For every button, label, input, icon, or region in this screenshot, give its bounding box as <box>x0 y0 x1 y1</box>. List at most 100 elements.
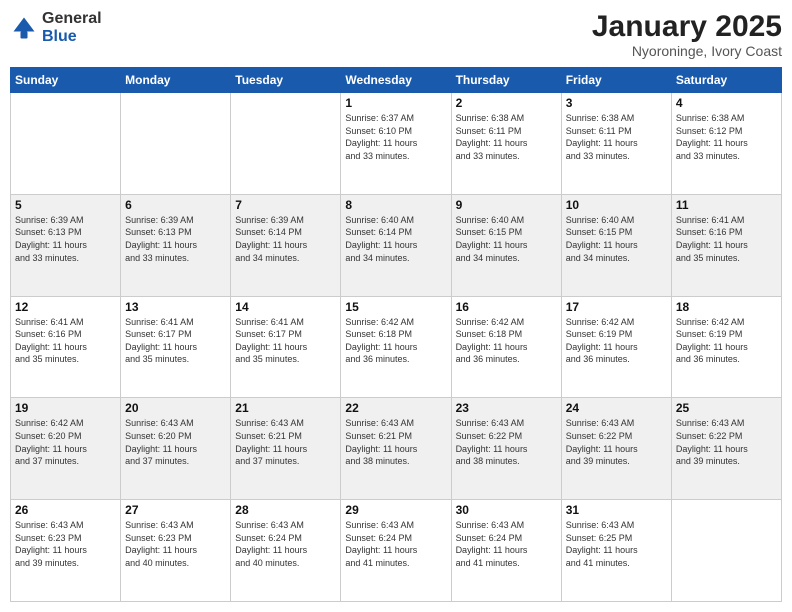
calendar-cell: 28Sunrise: 6:43 AM Sunset: 6:24 PM Dayli… <box>231 500 341 602</box>
calendar-cell <box>671 500 781 602</box>
day-info: Sunrise: 6:43 AM Sunset: 6:21 PM Dayligh… <box>235 417 336 467</box>
logo: General Blue <box>10 10 102 45</box>
calendar-week-5: 26 Sunrise: 6:43 AM Sunset: 6:23 PM Dayli… <box>11 500 782 602</box>
day-info: Sunrise: 6:38 AM Sunset: 6:12 PM Dayligh… <box>676 112 777 162</box>
header: General Blue January 2025 Nyoroninge, Iv… <box>10 10 782 59</box>
calendar-cell: 25 Sunrise: 6:43 AM Sunset: 6:22 PM Dayli… <box>671 398 781 500</box>
day-number: 13 <box>125 300 226 314</box>
calendar-cell: 15 Sunrise: 6:42 AM Sunset: 6:18 PM Dayli… <box>341 296 451 398</box>
day-number: 1 <box>345 96 446 110</box>
calendar-cell: 24 Sunrise: 6:43 AM Sunset: 6:22 PM Dayli… <box>561 398 671 500</box>
day-info: Sunrise: 6:43 AM Sunset: 6:25 PM Dayligh… <box>566 519 667 569</box>
logo-blue: Blue <box>42 28 102 46</box>
day-info: Sunrise: 6:43 AM Sunset: 6:24 PM Dayligh… <box>235 519 336 569</box>
calendar-cell: 20 Sunrise: 6:43 AM Sunset: 6:20 PM Dayli… <box>121 398 231 500</box>
calendar-cell: 17 Sunrise: 6:42 AM Sunset: 6:19 PM Dayli… <box>561 296 671 398</box>
calendar-header-row: SundayMondayTuesdayWednesdayThursdayFrid… <box>11 68 782 93</box>
calendar-cell: 7Sunrise: 6:39 AM Sunset: 6:14 PM Daylig… <box>231 194 341 296</box>
calendar-week-4: 19Sunrise: 6:42 AM Sunset: 6:20 PM Dayli… <box>11 398 782 500</box>
calendar-cell: 16Sunrise: 6:42 AM Sunset: 6:18 PM Dayli… <box>451 296 561 398</box>
day-info: Sunrise: 6:41 AM Sunset: 6:17 PM Dayligh… <box>125 316 226 366</box>
day-number: 19 <box>15 401 116 415</box>
day-info: Sunrise: 6:43 AM Sunset: 6:23 PM Dayligh… <box>125 519 226 569</box>
calendar-table: SundayMondayTuesdayWednesdayThursdayFrid… <box>10 67 782 602</box>
calendar-cell: 21 Sunrise: 6:43 AM Sunset: 6:21 PM Dayli… <box>231 398 341 500</box>
day-number: 30 <box>456 503 557 517</box>
calendar-cell: 5 Sunrise: 6:39 AM Sunset: 6:13 PM Daylig… <box>11 194 121 296</box>
day-info: Sunrise: 6:40 AM Sunset: 6:15 PM Dayligh… <box>566 214 667 264</box>
calendar-cell: 8Sunrise: 6:40 AM Sunset: 6:14 PM Daylig… <box>341 194 451 296</box>
day-number: 26 <box>15 503 116 517</box>
calendar-cell: 1 Sunrise: 6:37 AM Sunset: 6:10 PM Daylig… <box>341 93 451 195</box>
calendar-cell: 18 Sunrise: 6:42 AM Sunset: 6:19 PM Dayli… <box>671 296 781 398</box>
calendar-cell: 11Sunrise: 6:41 AM Sunset: 6:16 PM Dayli… <box>671 194 781 296</box>
day-info: Sunrise: 6:43 AM Sunset: 6:24 PM Dayligh… <box>345 519 446 569</box>
logo-general: General <box>42 10 102 28</box>
day-info: Sunrise: 6:42 AM Sunset: 6:19 PM Dayligh… <box>566 316 667 366</box>
day-number: 3 <box>566 96 667 110</box>
day-info: Sunrise: 6:43 AM Sunset: 6:20 PM Dayligh… <box>125 417 226 467</box>
day-number: 17 <box>566 300 667 314</box>
day-number: 18 <box>676 300 777 314</box>
calendar-week-3: 12Sunrise: 6:41 AM Sunset: 6:16 PM Dayli… <box>11 296 782 398</box>
calendar-week-2: 5 Sunrise: 6:39 AM Sunset: 6:13 PM Daylig… <box>11 194 782 296</box>
calendar-cell: 9 Sunrise: 6:40 AM Sunset: 6:15 PM Daylig… <box>451 194 561 296</box>
day-number: 5 <box>15 198 116 212</box>
day-number: 2 <box>456 96 557 110</box>
calendar-cell: 12Sunrise: 6:41 AM Sunset: 6:16 PM Dayli… <box>11 296 121 398</box>
logo-text: General Blue <box>42 10 102 45</box>
day-number: 25 <box>676 401 777 415</box>
calendar-cell: 19Sunrise: 6:42 AM Sunset: 6:20 PM Dayli… <box>11 398 121 500</box>
calendar-cell: 26Sunrise: 6:43 AM Sunset: 6:23 PM Dayli… <box>11 500 121 602</box>
calendar-cell <box>121 93 231 195</box>
day-number: 9 <box>456 198 557 212</box>
day-number: 12 <box>15 300 116 314</box>
logo-icon <box>10 14 38 42</box>
day-info: Sunrise: 6:39 AM Sunset: 6:13 PM Dayligh… <box>15 214 116 264</box>
calendar-cell: 27 Sunrise: 6:43 AM Sunset: 6:23 PM Dayli… <box>121 500 231 602</box>
calendar-cell: 29 Sunrise: 6:43 AM Sunset: 6:24 PM Dayli… <box>341 500 451 602</box>
day-info: Sunrise: 6:38 AM Sunset: 6:11 PM Dayligh… <box>456 112 557 162</box>
day-number: 8 <box>345 198 446 212</box>
day-number: 29 <box>345 503 446 517</box>
day-number: 16 <box>456 300 557 314</box>
calendar-cell: 4 Sunrise: 6:38 AM Sunset: 6:12 PM Daylig… <box>671 93 781 195</box>
calendar-cell: 22 Sunrise: 6:43 AM Sunset: 6:21 PM Dayli… <box>341 398 451 500</box>
day-number: 24 <box>566 401 667 415</box>
main-title: January 2025 <box>592 10 782 43</box>
calendar-cell <box>11 93 121 195</box>
column-header-sunday: Sunday <box>11 68 121 93</box>
day-number: 21 <box>235 401 336 415</box>
day-number: 4 <box>676 96 777 110</box>
calendar-cell: 23 Sunrise: 6:43 AM Sunset: 6:22 PM Dayli… <box>451 398 561 500</box>
day-number: 23 <box>456 401 557 415</box>
calendar-cell: 13 Sunrise: 6:41 AM Sunset: 6:17 PM Dayli… <box>121 296 231 398</box>
calendar-cell: 10 Sunrise: 6:40 AM Sunset: 6:15 PM Dayli… <box>561 194 671 296</box>
column-header-monday: Monday <box>121 68 231 93</box>
day-number: 14 <box>235 300 336 314</box>
column-header-saturday: Saturday <box>671 68 781 93</box>
calendar-week-1: 1 Sunrise: 6:37 AM Sunset: 6:10 PM Daylig… <box>11 93 782 195</box>
day-number: 6 <box>125 198 226 212</box>
day-info: Sunrise: 6:43 AM Sunset: 6:22 PM Dayligh… <box>456 417 557 467</box>
day-info: Sunrise: 6:41 AM Sunset: 6:17 PM Dayligh… <box>235 316 336 366</box>
column-header-friday: Friday <box>561 68 671 93</box>
day-info: Sunrise: 6:40 AM Sunset: 6:15 PM Dayligh… <box>456 214 557 264</box>
day-info: Sunrise: 6:43 AM Sunset: 6:22 PM Dayligh… <box>566 417 667 467</box>
day-info: Sunrise: 6:37 AM Sunset: 6:10 PM Dayligh… <box>345 112 446 162</box>
page: General Blue January 2025 Nyoroninge, Iv… <box>0 0 792 612</box>
day-number: 27 <box>125 503 226 517</box>
day-number: 22 <box>345 401 446 415</box>
calendar-cell <box>231 93 341 195</box>
column-header-thursday: Thursday <box>451 68 561 93</box>
day-info: Sunrise: 6:42 AM Sunset: 6:19 PM Dayligh… <box>676 316 777 366</box>
day-number: 15 <box>345 300 446 314</box>
day-info: Sunrise: 6:43 AM Sunset: 6:21 PM Dayligh… <box>345 417 446 467</box>
subtitle: Nyoroninge, Ivory Coast <box>592 43 782 59</box>
day-number: 20 <box>125 401 226 415</box>
day-number: 10 <box>566 198 667 212</box>
day-number: 7 <box>235 198 336 212</box>
day-info: Sunrise: 6:42 AM Sunset: 6:18 PM Dayligh… <box>345 316 446 366</box>
day-info: Sunrise: 6:43 AM Sunset: 6:22 PM Dayligh… <box>676 417 777 467</box>
calendar-cell: 6Sunrise: 6:39 AM Sunset: 6:13 PM Daylig… <box>121 194 231 296</box>
